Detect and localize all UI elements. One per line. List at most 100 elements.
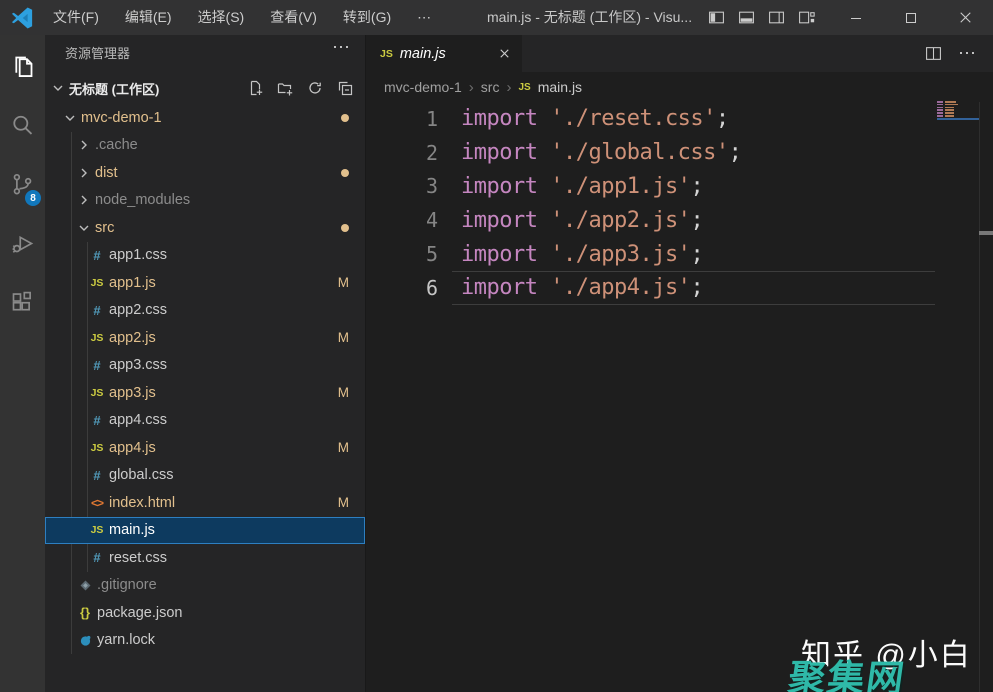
code-text: import './app4.js'; (438, 275, 703, 300)
workspace-label: 无标题 (工作区) (69, 79, 159, 98)
tree-row-file[interactable]: # app1.css (45, 242, 365, 270)
close-tab-icon[interactable] (497, 46, 512, 61)
code-line[interactable]: 5 import './app3.js'; (366, 237, 993, 271)
breadcrumb: mvc-demo-1 › src › JS main.js (366, 72, 993, 102)
modified-dot (341, 114, 349, 122)
collapse-all-icon[interactable] (337, 80, 353, 96)
code-editor[interactable]: 1 import './reset.css'; 2 import './glob… (366, 102, 993, 305)
minimap-slider[interactable] (937, 118, 979, 120)
maximize-icon[interactable] (883, 0, 938, 35)
chevron-right-icon (75, 165, 93, 181)
tree-row-file[interactable]: # app2.css (45, 297, 365, 325)
tree-row-file[interactable]: {} package.json (45, 599, 365, 627)
tree-row-file[interactable]: # app4.css (45, 407, 365, 435)
breadcrumb-folder[interactable]: src (481, 79, 500, 95)
file-name: .cache (95, 137, 138, 153)
css-file-icon: # (87, 550, 107, 565)
menu-overflow-icon[interactable]: ⋯ (404, 0, 444, 35)
file-name: app2.js (109, 330, 156, 346)
chevron-down-icon (75, 220, 93, 236)
menu-goto[interactable]: 转到(G) (330, 0, 404, 35)
css-file-icon: # (87, 248, 107, 263)
toggle-secondary-sidebar-icon[interactable] (768, 9, 785, 26)
tree-row-file[interactable]: JS app1.js M (45, 269, 365, 297)
tree-row-file[interactable]: # reset.css (45, 544, 365, 572)
vscode-logo-icon (10, 6, 34, 30)
minimize-icon[interactable] (828, 0, 883, 35)
breadcrumb-file[interactable]: main.js (538, 79, 582, 95)
editor-actions: ⋯ (925, 35, 993, 72)
tree-row-folder[interactable]: node_modules (45, 187, 365, 215)
extensions-icon[interactable] (0, 273, 45, 332)
line-number[interactable]: 5 (366, 242, 438, 266)
css-file-icon: # (87, 413, 107, 428)
refresh-icon[interactable] (307, 80, 323, 96)
explorer-more-icon[interactable]: ⋯ (332, 37, 351, 58)
minimap[interactable] (937, 101, 971, 117)
code-text: import './app1.js'; (438, 174, 703, 199)
tree-row-folder[interactable]: .cache (45, 132, 365, 160)
code-line[interactable]: 2 import './global.css'; (366, 136, 993, 170)
tree-row-file-selected[interactable]: JS main.js (45, 517, 365, 545)
line-number[interactable]: 3 (366, 174, 438, 198)
line-number[interactable]: 6 (366, 276, 438, 300)
explorer-icon[interactable] (0, 37, 45, 96)
toggle-sidebar-icon[interactable] (708, 9, 725, 26)
code-line[interactable]: 3 import './app1.js'; (366, 170, 993, 204)
tree-row-file[interactable]: yarn.lock (45, 627, 365, 655)
file-name: .gitignore (97, 577, 157, 593)
css-file-icon: # (87, 303, 107, 318)
code-line-current[interactable]: 6 import './app4.js'; (366, 271, 993, 305)
git-modified-badge: M (338, 385, 349, 400)
menu-edit[interactable]: 编辑(E) (112, 0, 185, 35)
new-file-icon[interactable] (247, 80, 263, 96)
css-file-icon: # (87, 358, 107, 373)
breadcrumb-project[interactable]: mvc-demo-1 (384, 79, 462, 95)
line-number[interactable]: 1 (366, 107, 438, 131)
watermark-site: 聚集网 (785, 648, 910, 692)
js-file-icon: JS (87, 387, 107, 399)
file-name: index.html (109, 495, 175, 511)
tree-row-file[interactable]: JS app3.js M (45, 379, 365, 407)
split-editor-icon[interactable] (925, 45, 942, 62)
code-line[interactable]: 4 import './app2.js'; (366, 203, 993, 237)
line-number[interactable]: 2 (366, 141, 438, 165)
chevron-right-icon (75, 137, 93, 153)
file-name: app4.js (109, 440, 156, 456)
file-name: app3.css (109, 357, 167, 373)
toggle-panel-icon[interactable] (738, 9, 755, 26)
js-file-icon: JS (380, 48, 393, 60)
tree-row-file[interactable]: JS app4.js M (45, 434, 365, 462)
tab-main-js[interactable]: JS main.js (366, 35, 522, 72)
tree-row-folder[interactable]: src (45, 214, 365, 242)
run-debug-icon[interactable] (0, 214, 45, 273)
tree-row-folder[interactable]: mvc-demo-1 (45, 104, 365, 132)
source-control-badge: 8 (25, 190, 41, 206)
tree-row-file[interactable]: # global.css (45, 462, 365, 490)
tree-row-file[interactable]: # app3.css (45, 352, 365, 380)
code-line[interactable]: 1 import './reset.css'; (366, 102, 993, 136)
js-file-icon: JS (518, 82, 530, 93)
close-window-icon[interactable] (938, 0, 993, 35)
tree-row-file[interactable]: JS app2.js M (45, 324, 365, 352)
menu-view[interactable]: 查看(V) (257, 0, 330, 35)
tree-row-folder[interactable]: dist (45, 159, 365, 187)
menu-file[interactable]: 文件(F) (40, 0, 112, 35)
line-number[interactable]: 4 (366, 208, 438, 232)
tree-row-file[interactable]: <> index.html M (45, 489, 365, 517)
customize-layout-icon[interactable] (798, 9, 815, 26)
menu-selection[interactable]: 选择(S) (185, 0, 258, 35)
yarn-file-icon (75, 634, 95, 647)
window-controls (828, 0, 993, 35)
tree-row-file[interactable]: .gitignore (45, 572, 365, 600)
json-file-icon: {} (75, 605, 95, 620)
chevron-down-icon (49, 80, 67, 96)
search-icon[interactable] (0, 96, 45, 155)
workspace-section-header[interactable]: 无标题 (工作区) (45, 76, 365, 100)
file-name: global.css (109, 467, 173, 483)
source-control-icon[interactable]: 8 (0, 155, 45, 214)
git-file-icon (75, 579, 95, 592)
chevron-right-icon (75, 192, 93, 208)
new-folder-icon[interactable] (277, 80, 293, 96)
editor-more-icon[interactable]: ⋯ (958, 43, 977, 64)
